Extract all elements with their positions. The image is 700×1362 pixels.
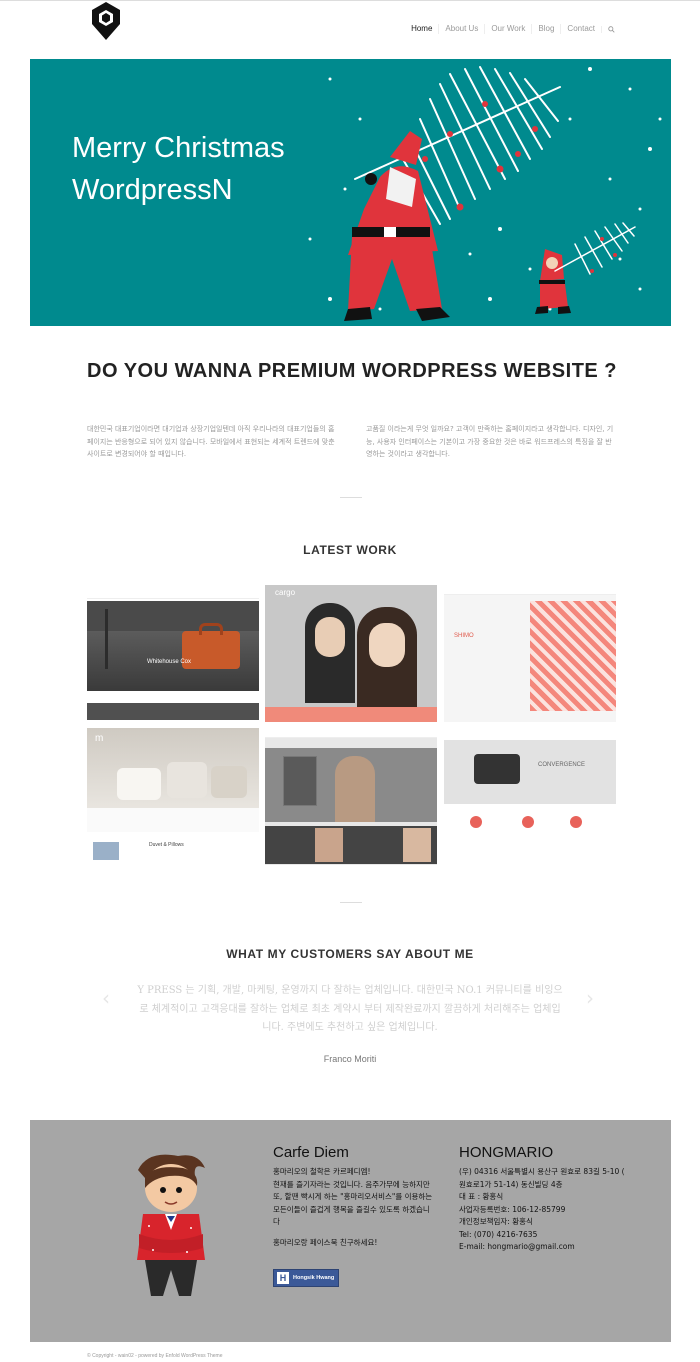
nav-home[interactable]: Home xyxy=(405,24,438,34)
portfolio-tile-convergence[interactable]: CONVERGENCE xyxy=(444,728,616,865)
testimonial-author: Franco Moriti xyxy=(323,1054,377,1064)
footer-col-company: HONGMARIO (우) 04316 서울특별시 용산구 원효로 83길 5-… xyxy=(459,1144,629,1254)
chevron-right-icon[interactable]: › xyxy=(586,986,594,1010)
footer-address: (우) 04316 서울특별시 용산구 원효로 83길 5-10 ( 원효로1가… xyxy=(459,1167,625,1189)
footer-tel: Tel: (070) 4216-7635 xyxy=(459,1229,538,1239)
testimonial-heading: WHAT MY CUSTOMERS SAY ABOUT ME xyxy=(226,947,474,961)
facebook-profile-button[interactable]: H Hongsik Hwang xyxy=(273,1269,339,1287)
hero-banner: Merry Christmas WordpressN xyxy=(30,59,671,326)
tile-caption: Whitehouse Cox xyxy=(147,659,192,665)
latest-work-heading: LATEST WORK xyxy=(303,543,397,557)
portfolio-tile-fashion[interactable] xyxy=(265,728,437,865)
footer-fb-text: 홍마리오랑 페이스북 친구하세요! xyxy=(273,1237,378,1247)
portfolio-tile-whitehouse-cox[interactable]: Whitehouse Cox xyxy=(87,585,259,722)
tile-caption: cargo xyxy=(275,588,296,597)
intro-text-left: 대한민국 대표기업이라면 대기업과 상장기업일텐데 아직 우리나라의 대표기업들… xyxy=(87,425,335,458)
footer-email[interactable]: E-mail: hongmario@gmail.com xyxy=(459,1241,629,1254)
top-border xyxy=(0,0,700,1)
facebook-avatar-icon: H xyxy=(277,1272,289,1284)
intro-heading: DO YOU WANNA PREMIUM WORDPRESS WEBSITE ? xyxy=(87,360,618,382)
cartoon-avatar-image xyxy=(137,1154,205,1296)
hero-title-line2: WordpressN xyxy=(72,174,233,206)
facebook-button-label: Hongsik Hwang xyxy=(293,1275,335,1281)
intro-text-right: 고품질 이라는게 무엇 일까요? 고객이 만족하는 홈페이지라고 생각합니다. … xyxy=(366,425,614,458)
chevron-left-icon[interactable]: ‹ xyxy=(102,986,110,1010)
portfolio-tile-pattern[interactable]: SHIMO xyxy=(444,585,616,722)
footer-ceo: 대 표 : 황홍식 xyxy=(459,1192,504,1201)
search-icon[interactable] xyxy=(601,25,615,33)
site-logo[interactable] xyxy=(90,2,122,40)
nav-contact[interactable]: Contact xyxy=(560,24,601,34)
hexagon-logo-icon xyxy=(92,2,120,40)
footer-col2-title: HONGMARIO xyxy=(459,1144,554,1161)
portfolio-tile-cargo[interactable]: cargo xyxy=(265,585,437,722)
nav-blog[interactable]: Blog xyxy=(531,24,560,34)
testimonial-quote: Y PRESS 는 기획, 개발, 마케팅, 운영까지 다 잘하는 업체입니다.… xyxy=(137,985,563,1033)
main-nav: Home About Us Our Work Blog Contact xyxy=(405,24,615,34)
hero-title-line1: Merry Christmas xyxy=(72,132,285,164)
nav-our-work[interactable]: Our Work xyxy=(484,24,531,34)
hero-title: Merry Christmas WordpressN xyxy=(72,127,285,211)
footer-col1-title: Carfe Diem xyxy=(273,1144,349,1161)
nav-about-us[interactable]: About Us xyxy=(438,24,484,34)
copyright-text: © Copyright - wain02 - powered by Enfold… xyxy=(87,1353,223,1359)
footer-col-philosophy: Carfe Diem 홍마리오의 철학은 카르페디엠! 현재를 즐기자라는 것입… xyxy=(273,1144,433,1287)
footer-col1-text: 홍마리오의 철학은 카르페디엠! 현재를 즐기자라는 것입니다. 음주가무에 능… xyxy=(273,1167,433,1226)
tile-caption: CONVERGENCE xyxy=(538,762,586,768)
tile-caption: Duvet & Pillows xyxy=(149,842,184,848)
footer-biz-number: 사업자등록번호: 106-12-85799 xyxy=(459,1204,566,1214)
footer: Carfe Diem 홍마리오의 철학은 카르페디엠! 현재를 즐기자라는 것입… xyxy=(30,1120,671,1342)
portfolio-grid: Whitehouse Cox cargo SHIMO m Duvet & Pil… xyxy=(87,585,616,865)
portfolio-tile-linen[interactable]: m Duvet & Pillows xyxy=(87,728,259,865)
footer-privacy-officer: 개인정보책임자: 황홍식 xyxy=(459,1217,533,1226)
section-divider xyxy=(340,497,362,498)
section-divider xyxy=(340,902,362,903)
